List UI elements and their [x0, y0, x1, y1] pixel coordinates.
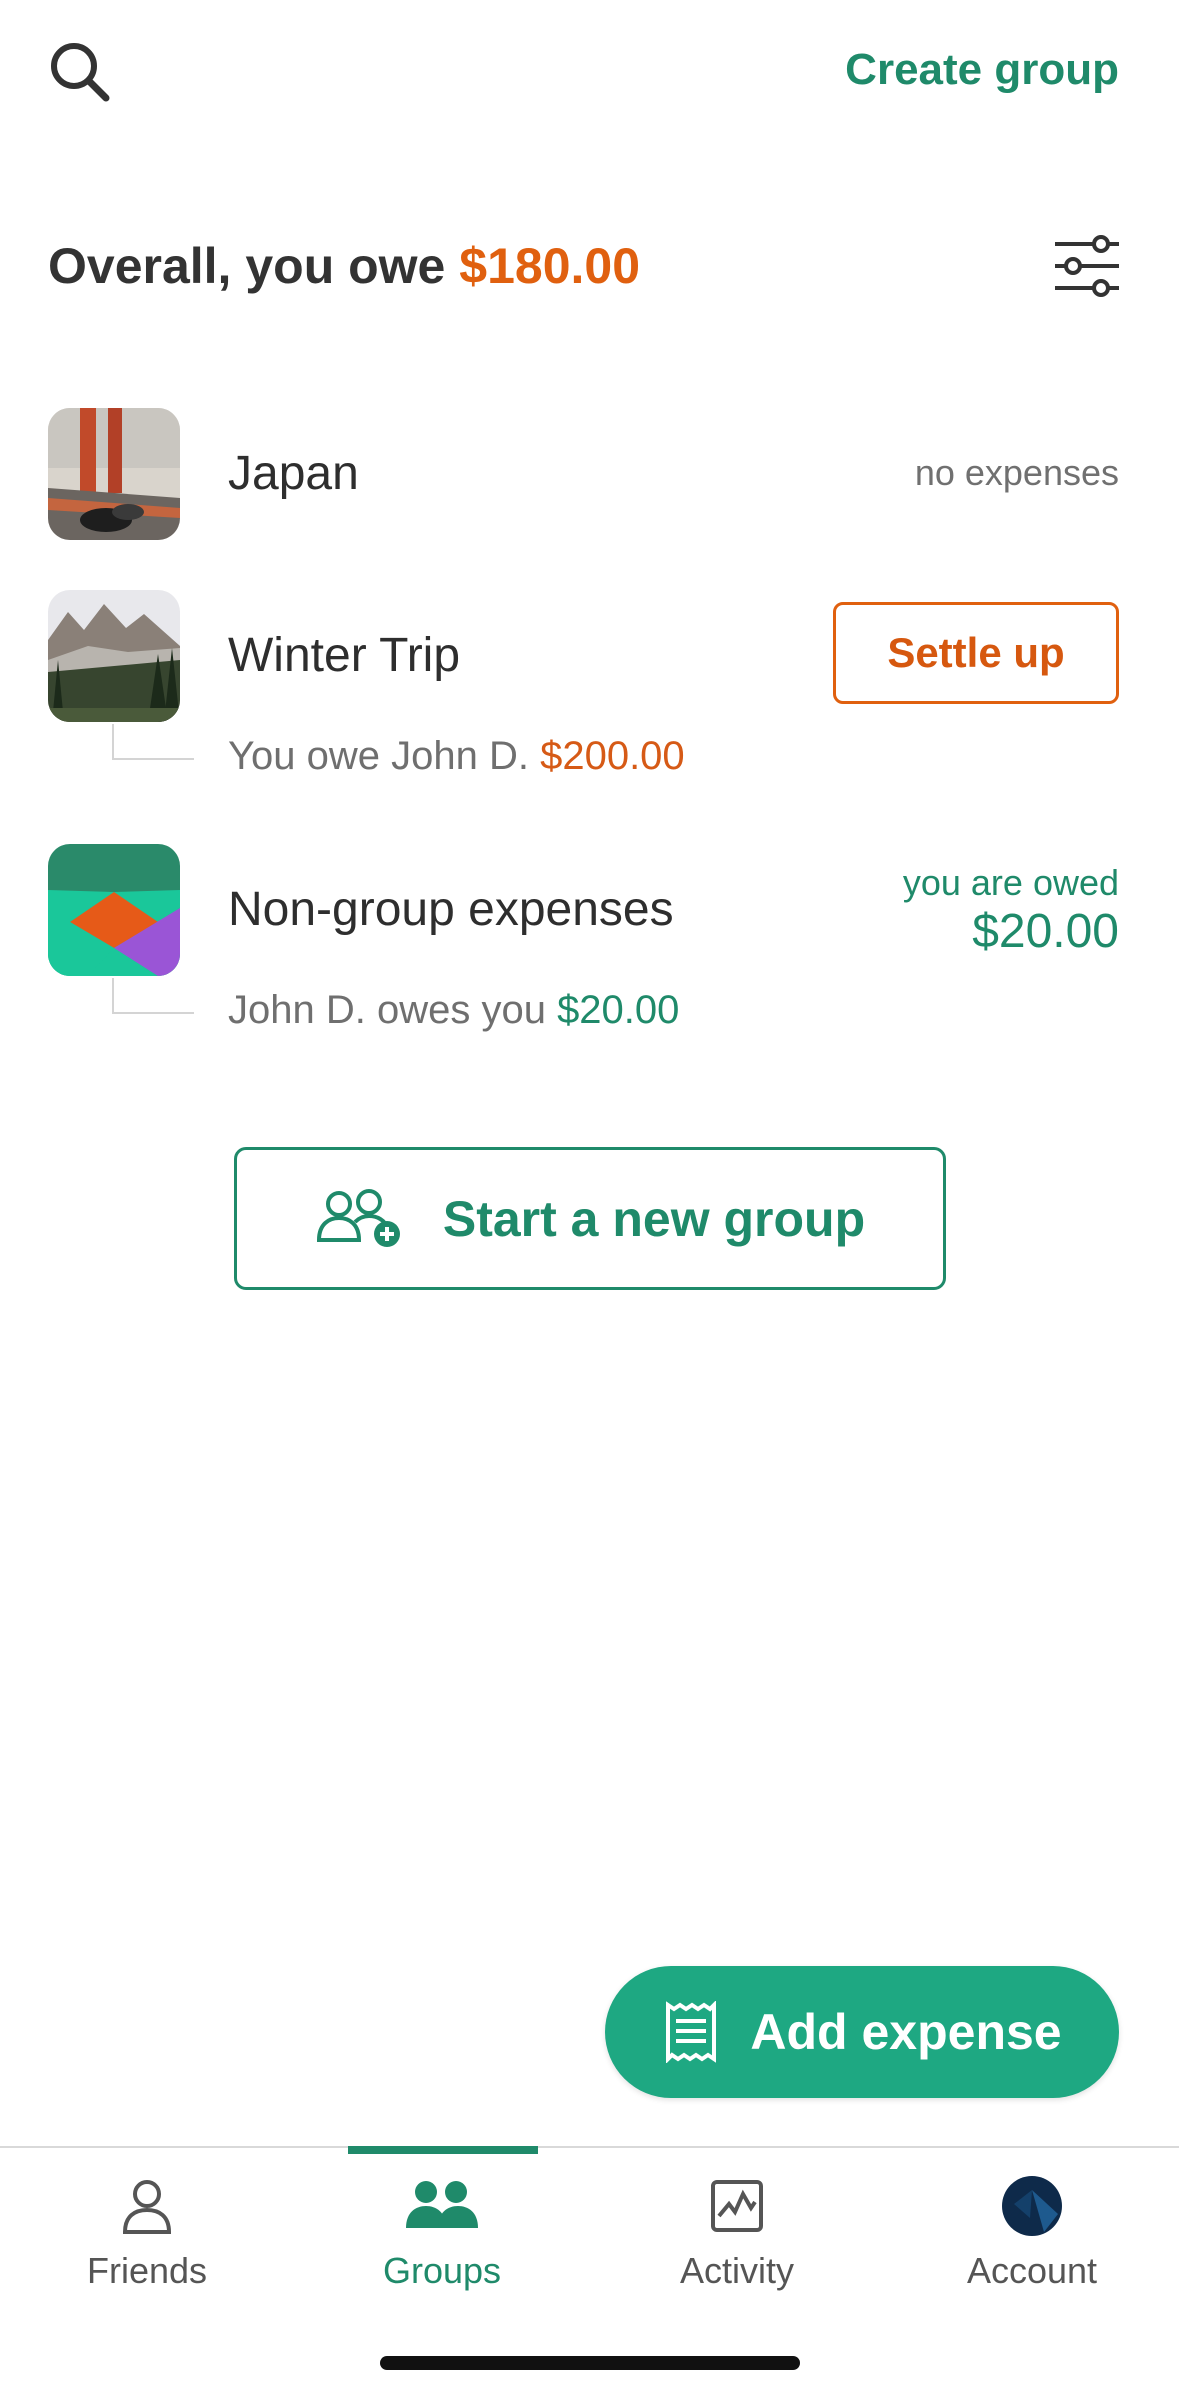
- tab-label: Friends: [86, 2250, 208, 2291]
- tree-connector: [112, 724, 194, 760]
- group-avatar-japan: [48, 408, 180, 540]
- avatar-icon: [1002, 2176, 1062, 2236]
- add-expense-label: Add expense: [750, 2004, 1062, 2060]
- tab-label: Activity: [679, 2250, 794, 2291]
- group-name: Non-group expenses: [228, 883, 674, 936]
- tab-groups[interactable]: Groups: [295, 2148, 589, 2308]
- receipt-icon: [666, 2001, 717, 2063]
- group-avatar-winter-trip: [48, 590, 180, 722]
- group-row-japan[interactable]: Japan no expenses: [0, 400, 1179, 550]
- tab-account[interactable]: Account: [885, 2148, 1179, 2308]
- owed-label: you are owed: [902, 862, 1119, 903]
- overall-balance-amount: $180.00: [459, 238, 641, 294]
- overall-balance: Overall, you owe $180.00: [48, 232, 640, 300]
- group-row-non-group-expenses[interactable]: Non-group expenses you are owed $20.00 J…: [0, 840, 1179, 1060]
- group-balance-amount: $20.00: [557, 988, 680, 1032]
- search-button[interactable]: [44, 36, 116, 108]
- group-status: no expenses: [914, 452, 1119, 493]
- home-indicator: [380, 2356, 800, 2370]
- bridge-photo: [48, 408, 180, 540]
- activity-icon: [711, 2180, 763, 2232]
- start-new-group-label: Start a new group: [442, 1190, 866, 1247]
- overall-balance-label: Overall, you owe: [48, 238, 460, 294]
- settle-up-button[interactable]: Settle up: [833, 602, 1119, 704]
- search-icon: [51, 43, 110, 102]
- tree-connector: [112, 978, 194, 1014]
- filter-sliders-icon: [1055, 235, 1119, 297]
- owed-amount: $20.00: [972, 905, 1119, 958]
- group-balance-detail: John D. owes you $20.00: [228, 984, 679, 1036]
- tab-label: Groups: [382, 2250, 502, 2291]
- tab-label: Account: [966, 2250, 1098, 2291]
- splitwise-logo-icon: [48, 844, 180, 976]
- tab-activity[interactable]: Activity: [590, 2148, 884, 2308]
- group-avatar-non-group: [48, 844, 180, 976]
- mountain-photo: [48, 590, 180, 722]
- start-new-group-button[interactable]: Start a new group: [234, 1147, 946, 1290]
- group-name: Winter Trip: [228, 629, 461, 682]
- add-group-icon: [316, 1188, 400, 1247]
- person-icon: [122, 2180, 172, 2234]
- group-name: Japan: [228, 447, 359, 500]
- group-balance-detail: You owe John D. $200.00: [228, 730, 685, 782]
- create-group-button[interactable]: Create group: [845, 40, 1119, 100]
- group-balance-text: You owe John D.: [228, 734, 541, 778]
- group-icon: [406, 2181, 478, 2228]
- add-expense-button[interactable]: Add expense: [605, 1966, 1119, 2098]
- group-balance-text: John D. owes you: [228, 988, 558, 1032]
- group-balance-amount: $200.00: [540, 734, 685, 778]
- filter-button[interactable]: [1051, 232, 1123, 300]
- tab-friends[interactable]: Friends: [0, 2148, 294, 2308]
